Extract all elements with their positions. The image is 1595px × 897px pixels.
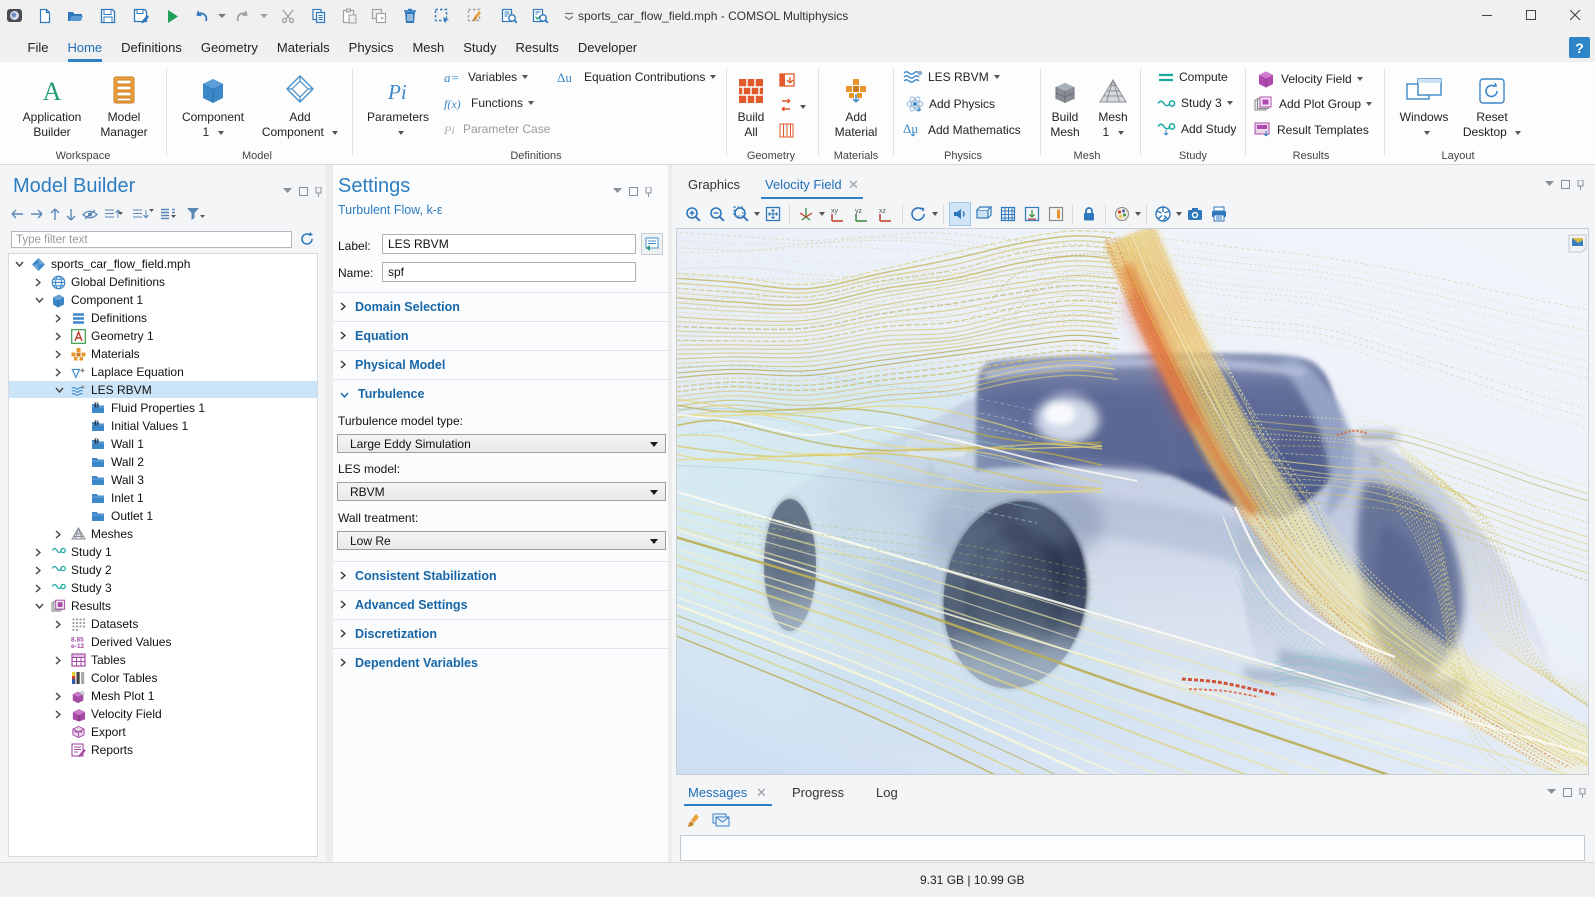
svg-text:D: D <box>94 419 99 427</box>
svg-text:xy: xy <box>831 208 839 215</box>
svg-text:A: A <box>43 78 62 104</box>
svg-text:a=: a= <box>444 71 459 84</box>
svg-text:yz: yz <box>855 208 863 215</box>
svg-text:D: D <box>94 437 99 445</box>
svg-text:f(x): f(x) <box>444 97 461 110</box>
svg-text:Pі: Pі <box>444 123 455 136</box>
svg-text:Δu: Δu <box>557 71 572 84</box>
svg-text:e-12: e-12 <box>71 643 84 649</box>
svg-text:Pі: Pі <box>387 80 407 104</box>
svg-text:xz: xz <box>879 208 887 215</box>
svg-text:D: D <box>94 401 99 409</box>
svg-text:Δu: Δu <box>903 122 918 136</box>
